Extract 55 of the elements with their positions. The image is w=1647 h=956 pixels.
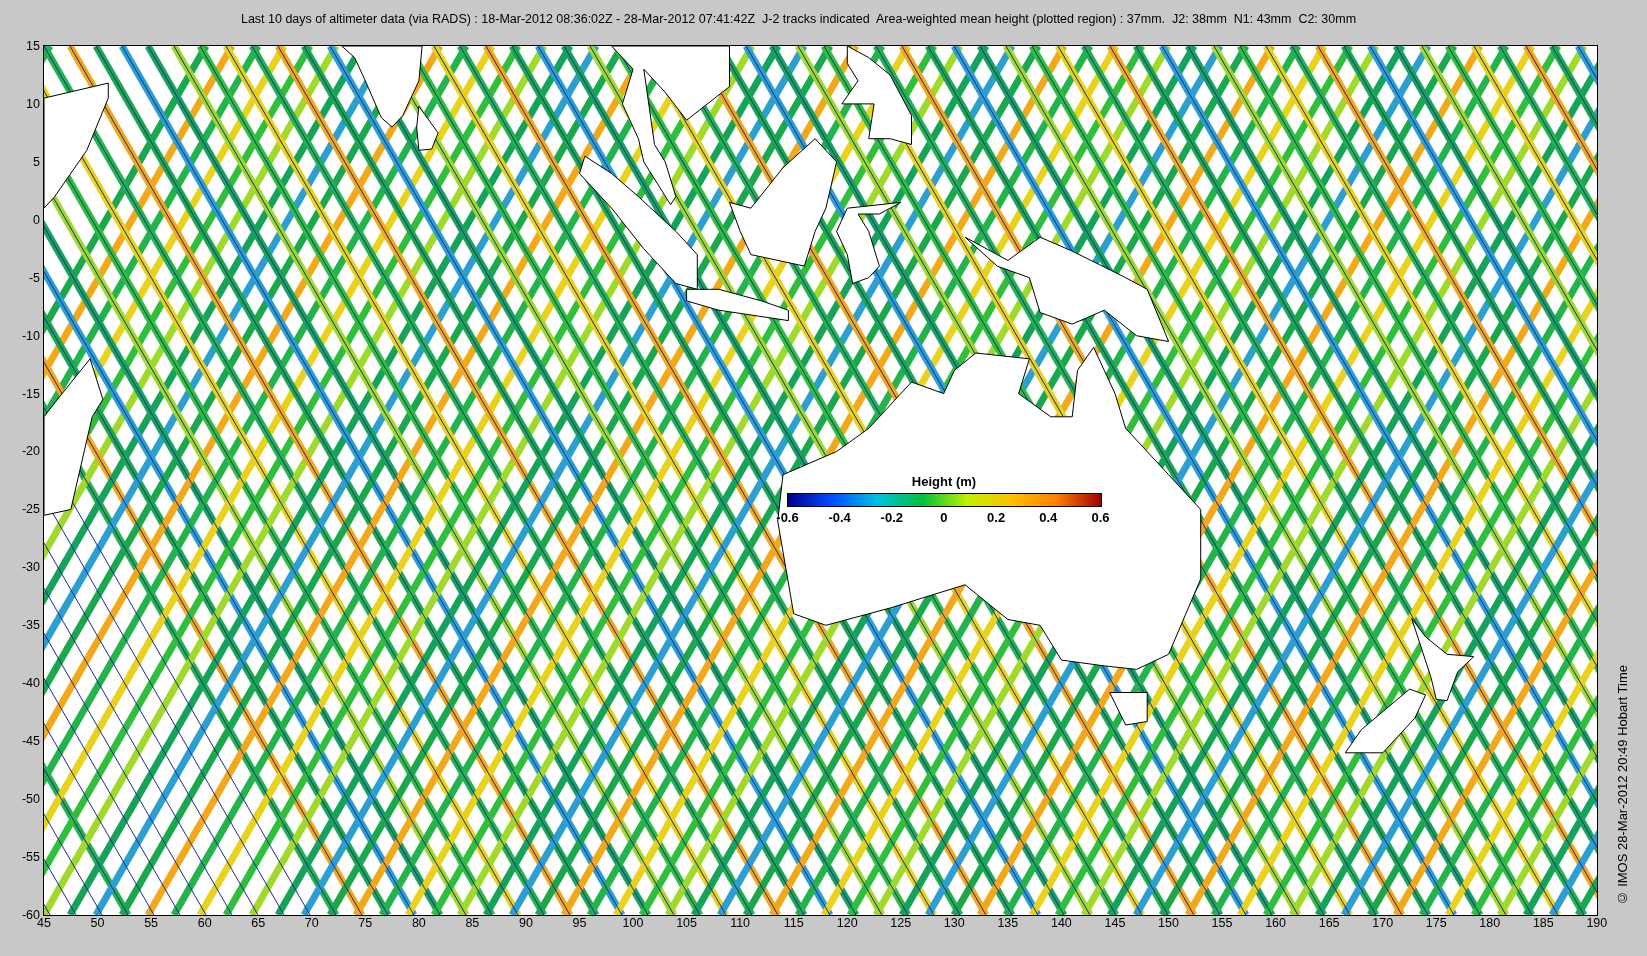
axis-tick-label: 55: [143, 915, 160, 932]
axis-tick-label: 50: [89, 915, 106, 932]
axis-tick-label: -50: [21, 792, 40, 806]
axis-tick-label: 145: [1103, 915, 1127, 932]
axis-tick-label: -20: [21, 444, 40, 459]
axis-tick-label: 185: [1531, 915, 1555, 932]
axis-tick-label: 150: [1157, 915, 1180, 932]
axis-tick-label: 155: [1210, 915, 1234, 932]
axis-tick-label: 180: [1478, 915, 1502, 932]
axis-tick-label: 140: [1049, 915, 1073, 932]
axis-tick-label: 120: [835, 915, 859, 932]
axis-tick-label: 90: [517, 915, 534, 932]
axis-tick-label: 60: [196, 915, 213, 932]
colorbar-tick-label: 0.6: [1091, 510, 1110, 525]
axis-tick-label: 5: [33, 154, 40, 169]
axis-tick-label: -60: [21, 907, 40, 922]
credit-text: © IMOS 28-Mar-2012 20:49 Hobart Time: [1614, 664, 1630, 905]
axis-tick-label: 170: [1371, 915, 1395, 932]
colorbar-tick-label: -0.6: [776, 510, 799, 525]
axis-tick-label: 85: [464, 915, 481, 932]
axis-tick-label: 115: [782, 915, 805, 932]
axis-tick-label: 100: [621, 915, 645, 932]
colorbar-tick-label: 0: [940, 510, 948, 525]
axis-tick-label: -45: [21, 734, 40, 749]
axis-tick-label: 0: [33, 212, 40, 227]
axis-tick-label: 105: [675, 915, 698, 932]
axis-tick-label: 75: [357, 915, 374, 932]
colorbar-tick-label: 0.4: [1039, 510, 1058, 525]
axis-tick-label: 80: [410, 915, 427, 932]
axis-tick-label: 15: [26, 39, 40, 53]
axis-tick-label: -25: [21, 502, 40, 517]
axis-tick-label: 165: [1317, 915, 1341, 932]
axis-tick-label: 175: [1424, 915, 1448, 932]
axis-tick-label: 70: [303, 915, 320, 932]
axis-tick-label: -40: [21, 676, 40, 691]
axis-tick-label: 190: [1585, 915, 1609, 932]
axis-tick-label: -30: [21, 560, 40, 575]
colorbar-tick-label: 0.2: [987, 510, 1006, 525]
axis-tick-label: 65: [250, 915, 267, 932]
axis-tick-label: 10: [26, 96, 40, 111]
axis-tick-label: 95: [571, 915, 588, 932]
axis-tick-label: -55: [21, 849, 40, 864]
axis-tick-label: 160: [1264, 915, 1287, 932]
chart-title: Last 10 days of altimeter data (via RADS) : 18-Mar-2012 08:36:02Z - 28-Mar-2012 07:41:42Z J-2 tracks indicated Area-weighted mean height (plotted region) : 37mm. J2: 38mm N1: 43mm C2: 30mm: [240, 12, 1357, 26]
axis-tick-label: 125: [889, 915, 913, 932]
axis-tick-label: 130: [942, 915, 966, 932]
colorbar-tick-label: -0.2: [880, 510, 903, 525]
axis-tick-label: -35: [21, 618, 40, 633]
axis-tick-label: -5: [28, 270, 40, 285]
axis-tick-label: -10: [21, 328, 40, 343]
axis-tick-label: 110: [729, 915, 752, 932]
colorbar-tick-label: -0.4: [828, 510, 851, 525]
axis-tick-label: -15: [21, 386, 40, 401]
colorbar-title: Height (m): [911, 474, 977, 489]
axis-tick-label: 135: [996, 915, 1020, 932]
